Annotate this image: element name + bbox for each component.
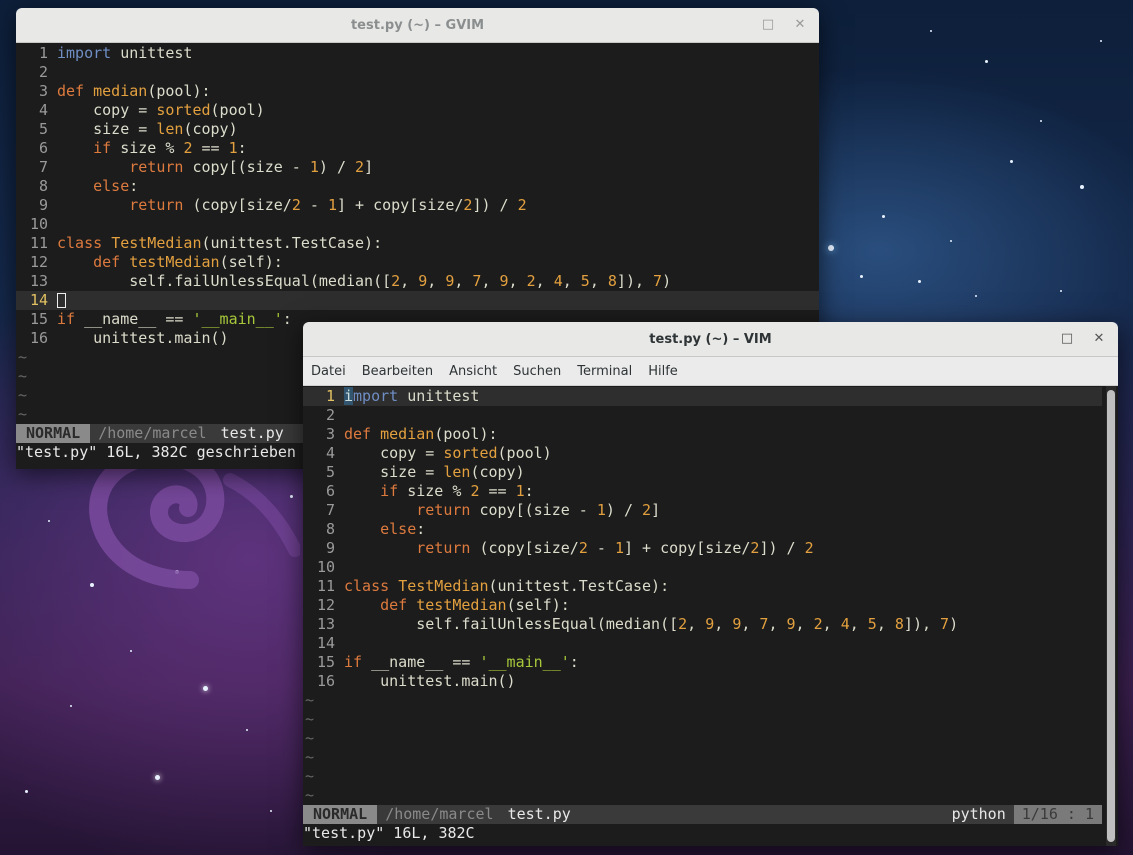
- vim-editor[interactable]: 1 import unittest 2 3 def median(pool): 4 …: [303, 386, 1118, 846]
- file-name: test.py: [507, 805, 571, 823]
- menu-suchen[interactable]: Suchen: [505, 364, 569, 379]
- vim-window-title: test.py (~) – VIM: [649, 331, 772, 347]
- menu-ansicht[interactable]: Ansicht: [441, 364, 505, 379]
- close-button[interactable]: ✕: [1090, 330, 1108, 348]
- menu-datei[interactable]: Datei: [303, 364, 354, 379]
- maximize-button[interactable]: □: [1058, 330, 1076, 348]
- file-name: test.py: [220, 424, 284, 442]
- vim-titlebar[interactable]: test.py (~) – VIM □ ✕: [303, 322, 1118, 357]
- gvim-window-title: test.py (~) – GVIM: [350, 17, 485, 33]
- cursor-position: 1/16 : 1: [1013, 805, 1102, 824]
- terminal-menubar: Datei Bearbeiten Ansicht Suchen Terminal…: [303, 357, 1118, 386]
- maximize-button[interactable]: □: [759, 16, 777, 34]
- vim-terminal-window[interactable]: test.py (~) – VIM □ ✕ Datei Bearbeiten A…: [303, 322, 1118, 846]
- cwd-path: /home/marcel: [98, 424, 207, 442]
- vim-statusline: NORMAL/home/marcel test.py python 1/16 : 1: [303, 805, 1102, 824]
- mode-indicator: NORMAL: [16, 424, 91, 443]
- gvim-titlebar[interactable]: test.py (~) – GVIM □ ✕: [16, 8, 819, 43]
- text-cursor: [57, 293, 66, 308]
- filetype-indicator: python: [951, 805, 1006, 823]
- menu-terminal[interactable]: Terminal: [569, 364, 640, 379]
- terminal-scrollbar[interactable]: [1106, 386, 1116, 846]
- menu-hilfe[interactable]: Hilfe: [640, 364, 686, 379]
- cwd-path: /home/marcel: [385, 805, 494, 823]
- menu-bearbeiten[interactable]: Bearbeiten: [354, 364, 441, 379]
- vim-message-line: "test.py" 16L, 382C: [303, 824, 1102, 843]
- close-button[interactable]: ✕: [791, 16, 809, 34]
- scrollbar-thumb[interactable]: [1107, 390, 1115, 842]
- text-cursor: i: [344, 387, 354, 405]
- mode-indicator: NORMAL: [303, 805, 378, 824]
